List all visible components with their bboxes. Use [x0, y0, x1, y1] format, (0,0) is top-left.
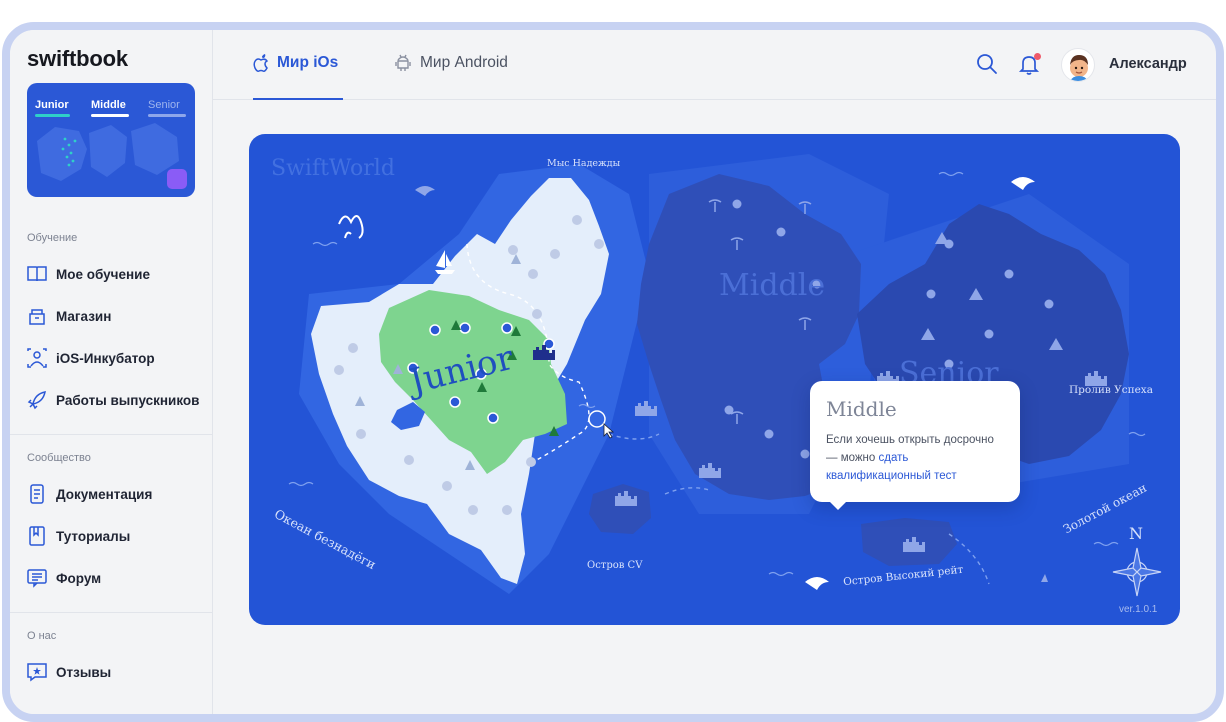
tutorial-icon: [27, 526, 47, 546]
nav-label: Мое обучение: [56, 266, 150, 282]
apple-icon: [253, 54, 269, 72]
active-tab-indicator: [253, 98, 343, 100]
tab-label: Мир iOs: [277, 54, 339, 71]
popup-body: Если хочешь открыть досрочно — можно сда…: [826, 431, 1004, 485]
notification-dot: [1034, 53, 1041, 60]
reviews-icon: [27, 662, 47, 682]
avatar[interactable]: [1061, 48, 1095, 82]
sidebar-divider: [10, 612, 213, 613]
nav-label: Работы выпускников: [56, 392, 200, 408]
section-title-community: Сообщество: [27, 452, 91, 464]
popup-title: Middle: [826, 397, 897, 421]
apple-badge-icon: [167, 169, 187, 189]
app-window: swiftbook Junior Middle Senior Обучение: [2, 22, 1224, 722]
logo[interactable]: swiftbook: [27, 46, 128, 72]
sidebar: swiftbook Junior Middle Senior Обучение: [10, 30, 213, 714]
tab-android-world[interactable]: Мир Android: [394, 54, 508, 72]
section-title-learning: Обучение: [27, 232, 78, 244]
region-middle[interactable]: Middle: [719, 268, 825, 303]
nav-label: Документация: [56, 486, 153, 502]
label-cape: Мыс Надежды: [547, 158, 621, 169]
nav-item-graduate-works[interactable]: Работы выпускников: [27, 388, 199, 412]
forum-icon: [27, 568, 47, 588]
book-icon: [27, 264, 47, 284]
nav-item-shop[interactable]: Магазин: [27, 304, 111, 328]
sidebar-divider: [10, 434, 213, 435]
tab-label: Мир Android: [420, 54, 508, 71]
shop-icon: [27, 306, 47, 326]
nav-label: iOS-Инкубатор: [56, 350, 155, 366]
popup-text: Если хочешь открыть досрочно — можно: [826, 434, 994, 464]
version-label: ver.1.0.1: [1119, 604, 1158, 615]
compass-north-label: N: [1129, 524, 1143, 543]
nav-label: Форум: [56, 570, 102, 586]
nav-item-reviews[interactable]: Отзывы: [27, 660, 111, 684]
bell-icon[interactable]: [1017, 52, 1041, 76]
region-popup: Middle Если хочешь открыть досрочно — мо…: [810, 381, 1020, 510]
nav-item-my-learning[interactable]: Мое обучение: [27, 262, 150, 286]
user-name[interactable]: Александр: [1109, 56, 1187, 72]
rocket-icon: [27, 390, 47, 410]
nav-label: Магазин: [56, 308, 112, 324]
map-title: SwiftWorld: [271, 156, 395, 181]
label-strait: Пролив Успеха: [1069, 384, 1153, 396]
search-icon[interactable]: [975, 52, 999, 76]
document-icon: [27, 484, 47, 504]
nav-label: Отзывы: [56, 664, 112, 680]
top-header: Мир iOs Мир Android Александр: [213, 30, 1216, 100]
nav-item-forum[interactable]: Форум: [27, 566, 101, 590]
nav-item-incubator[interactable]: iOS-Инкубатор: [27, 346, 155, 370]
mini-world-map[interactable]: Junior Middle Senior: [27, 83, 195, 197]
map-terrain: [288, 154, 1162, 597]
world-map[interactable]: SwiftWorld Мыс Надежды Junior Middle Sen…: [249, 134, 1180, 625]
android-icon: [394, 54, 412, 72]
label-island-cv: Остров CV: [587, 560, 643, 571]
incubator-icon: [27, 348, 47, 368]
nav-item-tutorials[interactable]: Туториалы: [27, 524, 130, 548]
nav-item-documentation[interactable]: Документация: [27, 482, 152, 506]
section-title-about: О нас: [27, 630, 57, 642]
nav-label: Туториалы: [56, 528, 131, 544]
tab-ios-world[interactable]: Мир iOs: [253, 54, 338, 72]
